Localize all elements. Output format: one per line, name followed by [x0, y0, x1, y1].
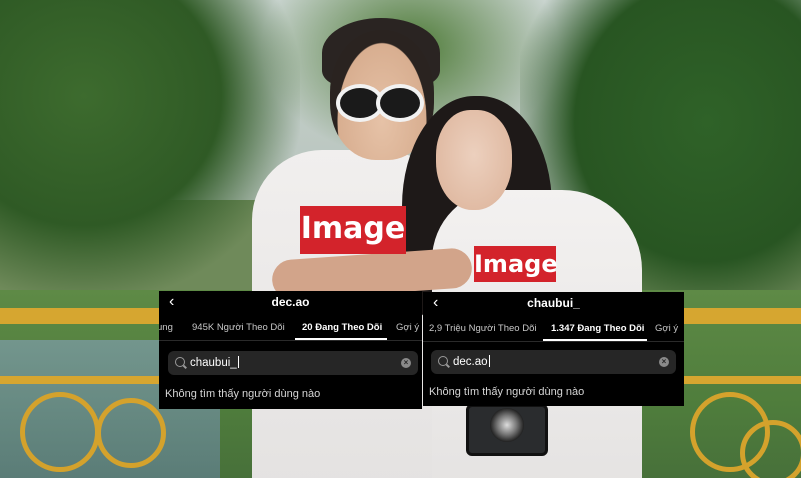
railing-ornament — [20, 392, 100, 472]
search-input[interactable]: dec.ao × — [431, 350, 676, 374]
tab-followers[interactable]: 945K Người Theo Dõi — [192, 319, 285, 337]
tab-following[interactable]: 20 Đang Theo Dõi — [302, 319, 382, 337]
search-value: chaubui_ — [190, 356, 239, 369]
no-users-message: Không tìm thấy người dùng nào — [429, 386, 585, 398]
search-icon — [175, 357, 185, 367]
search-icon — [438, 356, 448, 366]
active-tab-indicator — [543, 339, 647, 341]
profile-username: dec.ao — [271, 295, 310, 309]
sunglasses-right-lens — [376, 84, 424, 122]
profile-header: ‹ chaubui_ — [423, 292, 684, 316]
tab-following[interactable]: 1.347 Đang Theo Dõi — [551, 320, 644, 338]
railing-ornament — [740, 420, 801, 478]
following-screen-chaubui: ‹ chaubui_ 2,9 Triệu Người Theo Dõi 1.34… — [423, 292, 684, 406]
search-input[interactable]: chaubui_ × — [168, 351, 418, 375]
tab-divider — [159, 340, 422, 341]
tab-suggestions[interactable]: Gợi ý — [396, 319, 419, 337]
shirt-logo: Image — [474, 246, 558, 282]
tab-following-partial[interactable]: ung — [159, 319, 173, 337]
woman-face — [436, 110, 512, 210]
profile-username: chaubui_ — [527, 296, 580, 310]
following-screen-dec-ao: ‹ dec.ao ung 945K Người Theo Dõi 20 Đang… — [159, 291, 422, 409]
clear-icon[interactable]: × — [401, 358, 411, 368]
tab-followers[interactable]: 2,9 Triệu Người Theo Dõi — [429, 320, 536, 338]
tab-suggestions[interactable]: Gợi ý — [655, 320, 678, 338]
clear-icon[interactable]: × — [659, 357, 669, 367]
tab-divider — [423, 341, 684, 342]
profile-header: ‹ dec.ao — [159, 291, 422, 315]
no-users-message: Không tìm thấy người dùng nào — [165, 388, 321, 400]
active-tab-indicator — [295, 338, 387, 340]
camera-lens — [490, 408, 524, 442]
shirt-logo: Image — [300, 206, 406, 254]
search-value: dec.ao — [453, 355, 490, 368]
railing-ornament — [96, 398, 166, 468]
